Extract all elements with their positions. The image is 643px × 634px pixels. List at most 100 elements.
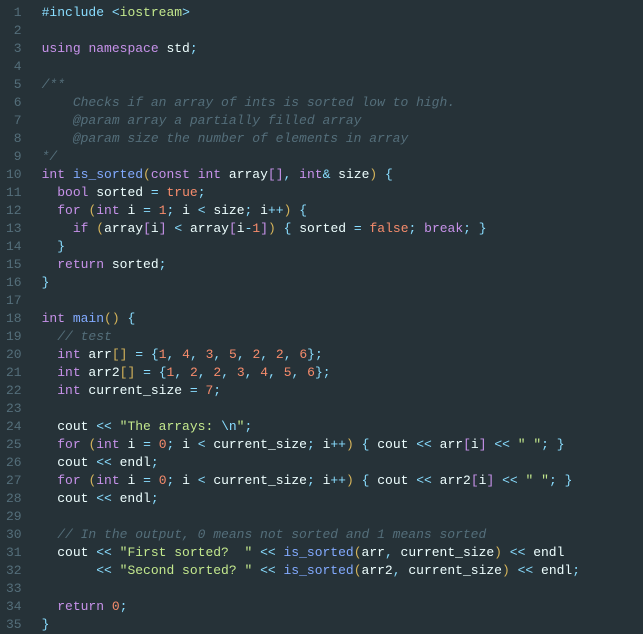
code-line[interactable]: } — [42, 274, 643, 292]
token-var: endl — [112, 491, 151, 506]
code-line[interactable] — [42, 580, 643, 598]
token-com: */ — [42, 149, 58, 164]
token-var — [299, 365, 307, 380]
code-line[interactable]: // In the output, 0 means not sorted and… — [42, 526, 643, 544]
token-var — [65, 167, 73, 182]
token-op: = — [143, 203, 151, 218]
token-var: i — [174, 473, 197, 488]
code-line[interactable]: cout << endl; — [42, 490, 643, 508]
line-number: 29 — [6, 508, 22, 526]
token-op: = — [190, 383, 198, 398]
token-fn: main — [73, 311, 104, 326]
line-number: 9 — [6, 148, 22, 166]
token-paren2: [ — [143, 221, 151, 236]
code-line[interactable]: for (int i = 1; i < size; i++) { — [42, 202, 643, 220]
code-line[interactable] — [42, 292, 643, 310]
code-line[interactable]: << "Second sorted? " << is_sorted(arr2, … — [42, 562, 643, 580]
token-punc: } — [57, 239, 65, 254]
token-var — [42, 239, 58, 254]
code-line[interactable]: for (int i = 0; i < current_size; i++) {… — [42, 472, 643, 490]
token-var — [151, 473, 159, 488]
token-kw: const — [151, 167, 190, 182]
code-line[interactable]: @param size the number of elements in ar… — [42, 130, 643, 148]
token-num: 2 — [190, 365, 198, 380]
code-area[interactable]: #include <iostream> using namespace std; /… — [34, 0, 643, 632]
code-line[interactable]: */ — [42, 148, 643, 166]
token-op: < — [198, 203, 206, 218]
code-line[interactable]: bool sorted = true; — [42, 184, 643, 202]
code-line[interactable]: } — [42, 238, 643, 256]
code-line[interactable]: int main() { — [42, 310, 643, 328]
token-punc: } — [479, 221, 487, 236]
code-line[interactable]: int is_sorted(const int array[], int& si… — [42, 166, 643, 184]
code-line[interactable]: /** — [42, 76, 643, 94]
code-line[interactable]: } — [42, 616, 643, 634]
token-bool: true — [166, 185, 197, 200]
token-var: arr2 — [432, 473, 471, 488]
token-var — [112, 545, 120, 560]
token-paren: ) — [346, 473, 354, 488]
code-line[interactable] — [42, 22, 643, 40]
code-editor[interactable]: 1234567891011121314151617181920212223242… — [0, 0, 643, 632]
token-op: << — [96, 563, 112, 578]
code-line[interactable]: return 0; — [42, 598, 643, 616]
line-number: 8 — [6, 130, 22, 148]
token-op: > — [182, 5, 190, 20]
token-var — [510, 437, 518, 452]
token-var — [518, 473, 526, 488]
code-line[interactable]: for (int i = 0; i < current_size; i++) {… — [42, 436, 643, 454]
code-line[interactable]: if (array[i] < array[i-1]) { sorted = fa… — [42, 220, 643, 238]
token-punc: ; — [323, 365, 331, 380]
token-var: i — [174, 203, 197, 218]
code-line[interactable]: cout << "First sorted? " << is_sorted(ar… — [42, 544, 643, 562]
code-line[interactable]: #include <iostream> — [42, 4, 643, 22]
token-op: << — [96, 491, 112, 506]
line-number: 16 — [6, 274, 22, 292]
code-line[interactable]: return sorted; — [42, 256, 643, 274]
token-op: << — [96, 419, 112, 434]
code-line[interactable]: int arr[] = {1, 4, 3, 5, 2, 2, 6}; — [42, 346, 643, 364]
token-op: = — [354, 221, 362, 236]
token-num: 4 — [182, 347, 190, 362]
token-var: arr2 — [362, 563, 393, 578]
token-var: arr — [81, 347, 112, 362]
code-line[interactable]: Checks if an array of ints is sorted low… — [42, 94, 643, 112]
line-number: 22 — [6, 382, 22, 400]
code-line[interactable]: int current_size = 7; — [42, 382, 643, 400]
token-op: = — [143, 365, 151, 380]
token-type: int — [96, 203, 119, 218]
token-punc: { — [159, 365, 167, 380]
token-var — [151, 437, 159, 452]
token-var — [42, 365, 58, 380]
code-line[interactable]: using namespace std; — [42, 40, 643, 58]
token-punc: ; — [190, 41, 198, 56]
code-line[interactable]: int arr2[] = {1, 2, 2, 3, 4, 5, 6}; — [42, 364, 643, 382]
token-punc: ; — [151, 455, 159, 470]
code-line[interactable]: @param array a partially filled array — [42, 112, 643, 130]
line-number: 6 — [6, 94, 22, 112]
token-var — [42, 437, 58, 452]
token-var — [104, 599, 112, 614]
token-var — [252, 563, 260, 578]
token-com: @param size the number of elements in ar… — [42, 131, 409, 146]
token-punc: ; — [315, 347, 323, 362]
code-line[interactable] — [42, 400, 643, 418]
token-var: array — [182, 221, 229, 236]
token-var — [42, 257, 58, 272]
code-line[interactable]: cout << endl; — [42, 454, 643, 472]
token-var — [135, 365, 143, 380]
line-number: 35 — [6, 616, 22, 634]
token-var — [291, 167, 299, 182]
code-line[interactable] — [42, 508, 643, 526]
code-line[interactable]: cout << "The arrays: \n"; — [42, 418, 643, 436]
token-com: // test — [57, 329, 112, 344]
token-paren: ( — [104, 311, 112, 326]
token-var — [182, 365, 190, 380]
token-var — [42, 383, 58, 398]
token-punc: , — [385, 545, 393, 560]
code-line[interactable] — [42, 58, 643, 76]
token-op: = — [135, 347, 143, 362]
token-op: << — [96, 545, 112, 560]
code-line[interactable]: // test — [42, 328, 643, 346]
token-var: i — [120, 203, 143, 218]
